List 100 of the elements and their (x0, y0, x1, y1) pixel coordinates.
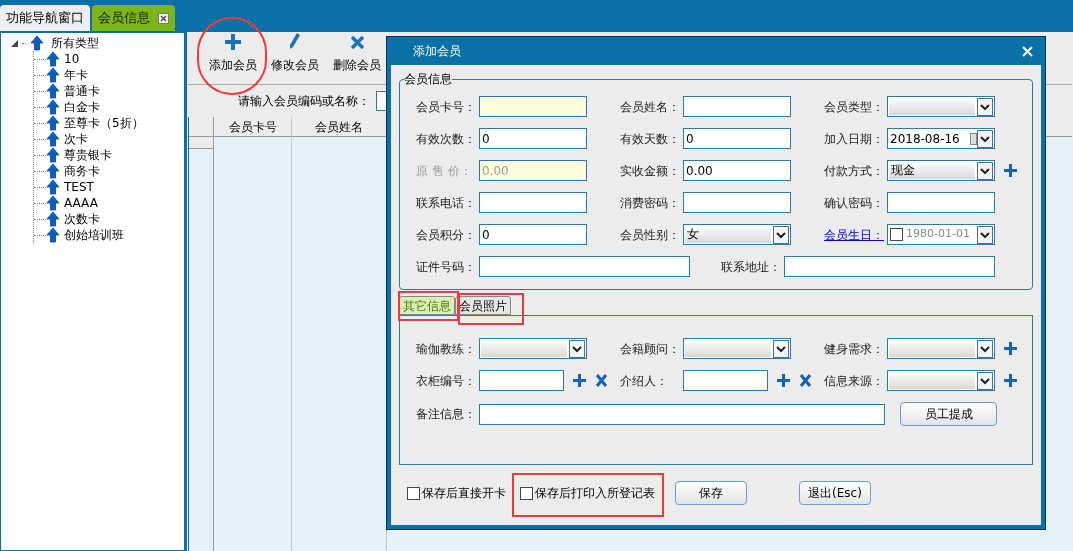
tree-item[interactable]: 创始培训班 (64, 226, 124, 244)
text-field[interactable] (887, 192, 995, 213)
field-label[interactable]: 会员生日： (824, 225, 878, 244)
toolbar-button[interactable]: 添加会员 (209, 34, 257, 74)
nav-tab[interactable]: 会员信息 (92, 5, 175, 31)
text-field[interactable]: 0 (479, 128, 587, 149)
checkbox[interactable] (890, 228, 903, 241)
plus-icon[interactable] (1004, 342, 1017, 355)
expand-icon[interactable] (11, 39, 18, 47)
tree-item[interactable]: 次卡 (64, 130, 88, 148)
dialog-button[interactable]: 退出(Esc) (799, 481, 871, 505)
field-label: 证件号码： (416, 258, 470, 276)
search-label: 请输入会员编码或名称： (238, 93, 370, 110)
tree-item[interactable]: 所有类型 (51, 34, 99, 52)
checkbox-label: 保存后直接开卡 (422, 485, 506, 502)
date-field[interactable]: 1980-01-01 (887, 224, 995, 245)
arrow-up-icon (46, 211, 60, 227)
dialog-title: 添加会员 (413, 43, 461, 60)
date-value: 2018-08-16 (889, 130, 961, 148)
field-label: 有效次数： (416, 130, 470, 148)
arrow-up-icon (46, 99, 60, 115)
field-label: 信息来源： (824, 372, 878, 390)
dropdown-value: 女 (685, 226, 771, 243)
field-label: 付款方式： (824, 162, 878, 180)
text-field[interactable] (683, 96, 791, 117)
nav-tab[interactable]: 功能导航窗口 (0, 5, 90, 31)
tree-item[interactable]: 10 (64, 50, 80, 68)
dropdown-field[interactable]: 现金 (887, 160, 995, 181)
tree-item[interactable]: 尊贵银卡 (64, 146, 112, 164)
text-field[interactable] (479, 192, 587, 213)
group-title: 会员信息 (404, 71, 452, 88)
tree-item[interactable]: 普通卡 (64, 82, 100, 100)
tree-item[interactable]: 白金卡 (64, 98, 100, 116)
toolbar-button[interactable]: 删除会员 (333, 35, 381, 74)
tree-item[interactable]: 年卡 (64, 66, 88, 84)
annotation-frame (458, 293, 524, 325)
dropdown-field[interactable] (683, 338, 791, 359)
close-icon[interactable] (799, 374, 812, 387)
tree-item[interactable]: TEST (64, 178, 94, 196)
text-field[interactable]: 0.00 (683, 160, 791, 181)
arrow-up-icon (46, 131, 60, 147)
tab-label: 功能导航窗口 (6, 9, 84, 28)
field-label: 会员积分： (416, 226, 470, 244)
dropdown-field[interactable] (887, 338, 995, 359)
checkbox-label: 保存后打印入所登记表 (535, 485, 655, 502)
field-label: 会员姓名： (620, 98, 674, 116)
plus-icon[interactable] (1004, 374, 1017, 387)
field-label: 有效天数： (620, 130, 674, 148)
text-field[interactable] (479, 403, 885, 425)
arrow-up-icon (46, 227, 60, 243)
tree-item[interactable]: AAAA (64, 194, 98, 212)
calendar-icon (970, 132, 977, 145)
checkbox[interactable] (407, 486, 420, 500)
checkbox[interactable] (520, 486, 533, 500)
field-label: 衣柜编号： (416, 372, 470, 390)
field-label: 加入日期： (824, 130, 878, 148)
toolbar-button[interactable]: 修改会员 (271, 32, 319, 74)
close-icon[interactable] (595, 374, 608, 387)
date-field[interactable]: 2018-08-16 (887, 128, 995, 149)
field-label: 会员性别： (620, 226, 674, 244)
text-field[interactable] (479, 370, 564, 391)
plus-icon[interactable] (1004, 164, 1017, 177)
field-label: 健身需求： (824, 340, 878, 358)
field-label: 联系电话： (416, 194, 470, 212)
arrow-up-icon (46, 195, 60, 211)
field-label: 联系地址： (721, 258, 775, 276)
date-value: 1980-01-01 (906, 226, 971, 243)
text-field[interactable] (479, 256, 690, 277)
dropdown-field[interactable] (887, 96, 995, 117)
row-header-cell[interactable] (189, 137, 213, 149)
text-field[interactable] (683, 370, 768, 391)
plus-icon[interactable] (573, 374, 586, 387)
column-header[interactable]: 会员卡号 (214, 117, 291, 137)
plus-icon (225, 34, 241, 50)
field-label: 会员卡号： (416, 98, 470, 116)
tab-label: 会员信息 (98, 9, 150, 28)
arrow-up-icon (46, 147, 60, 163)
column-header[interactable]: 会员姓名 (292, 117, 386, 137)
arrow-up-icon (30, 35, 44, 51)
dropdown-field[interactable]: 女 (683, 224, 791, 245)
dropdown-field[interactable] (479, 338, 587, 359)
close-icon (349, 35, 365, 50)
field-label: 备注信息： (416, 406, 470, 423)
text-field[interactable]: 0 (479, 224, 587, 245)
tree-item[interactable]: 商务卡 (64, 162, 100, 180)
arrow-up-icon (46, 115, 60, 131)
dialog-button[interactable]: 保存 (675, 481, 747, 505)
text-field[interactable] (683, 192, 791, 213)
plus-icon[interactable] (777, 374, 790, 387)
arrow-up-icon (46, 51, 60, 67)
text-field[interactable] (784, 256, 995, 277)
text-field[interactable]: 0 (683, 128, 791, 149)
tree-item[interactable]: 至尊卡（5折） (64, 114, 144, 132)
commission-button[interactable]: 员工提成 (900, 402, 997, 426)
dropdown-field[interactable] (887, 370, 995, 391)
tree-item[interactable]: 次数卡 (64, 210, 100, 228)
text-field[interactable] (479, 96, 587, 117)
tab[interactable]: 其它信息 (399, 296, 455, 315)
close-icon[interactable] (158, 12, 169, 24)
tab[interactable]: 会员照片 (455, 296, 511, 315)
